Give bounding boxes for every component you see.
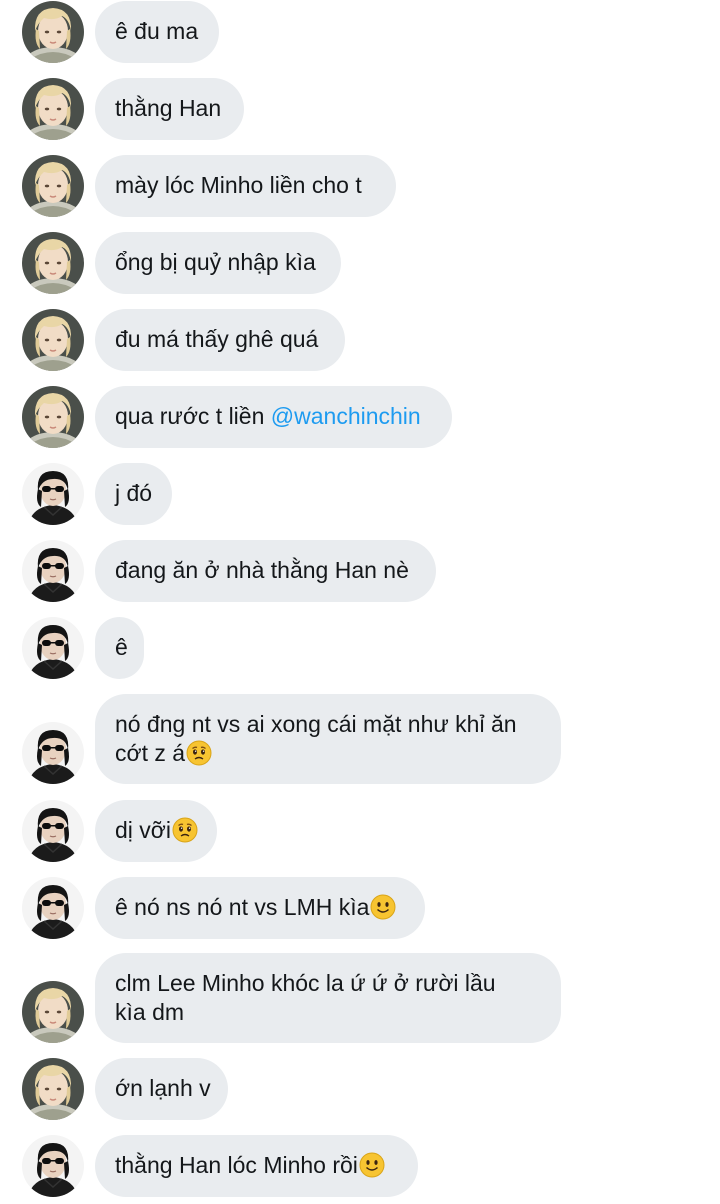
avatar-dark[interactable]: [22, 1135, 84, 1197]
avatar-blonde[interactable]: [22, 1058, 84, 1120]
avatar-blonde[interactable]: [22, 386, 84, 448]
message-text: thằng Han lóc Minho rồi: [115, 1152, 358, 1178]
message-bubble: j đó: [95, 463, 172, 525]
avatar-blonde[interactable]: [22, 78, 84, 140]
avatar-dark[interactable]: [22, 722, 84, 784]
avatar-dark[interactable]: [22, 617, 84, 679]
message-bubble: ê nó ns nó nt vs LMH kìa: [95, 877, 425, 939]
avatar-dark[interactable]: [22, 540, 84, 602]
message-text: clm Lee Minho khóc la ứ ứ ở rười lầu: [115, 970, 496, 996]
avatar-blonde[interactable]: [22, 155, 84, 217]
message-bubble: đu má thấy ghê quá: [95, 309, 345, 371]
slightly-smiling-face-emoji: [359, 1152, 385, 1178]
message-bubble: dị vỡi: [95, 800, 217, 862]
avatar-blonde[interactable]: [22, 232, 84, 294]
message-text: j đó: [115, 480, 153, 506]
message-bubble: nó đng nt vs ai xong cái mặt như khỉ ăn c…: [95, 694, 561, 784]
message-text: đang ăn ở nhà thằng Han nè: [115, 557, 409, 583]
message-bubble: thằng Han lóc Minho rồi: [95, 1135, 418, 1197]
slightly-smiling-face-emoji: [370, 894, 396, 920]
message-text: đu má thấy ghê quá: [115, 326, 319, 352]
message-bubble: đang ăn ở nhà thằng Han nè: [95, 540, 436, 602]
message-bubble: qua rước t liền @wanchinchin: [95, 386, 452, 448]
message-text: thằng Han: [115, 95, 222, 121]
chat-thread: ê đu ma thằng Han mày lóc Minho liền cho…: [0, 0, 720, 1204]
message-text: ổng bị quỷ nhập kìa: [115, 249, 316, 275]
message-bubble: ê đu ma: [95, 1, 219, 63]
message-text: nó đng nt vs ai xong cái mặt như khỉ ăn: [115, 711, 517, 737]
avatar-blonde[interactable]: [22, 981, 84, 1043]
message-bubble: ổng bị quỷ nhập kìa: [95, 232, 341, 294]
message-text: dị vỡi: [115, 817, 171, 843]
avatar-dark[interactable]: [22, 877, 84, 939]
message-bubble: mày lóc Minho liền cho t: [95, 155, 396, 217]
message-bubble: thằng Han: [95, 78, 244, 140]
message-bubble: ê: [95, 617, 144, 679]
worried-face-emoji: [172, 817, 198, 843]
avatar-dark[interactable]: [22, 463, 84, 525]
mention-link[interactable]: @wanchinchin: [271, 403, 421, 429]
message-text: ê nó ns nó nt vs LMH kìa: [115, 894, 370, 920]
avatar-blonde[interactable]: [22, 309, 84, 371]
message-text: ớn lạnh v: [115, 1075, 211, 1101]
avatar-blonde[interactable]: [22, 1, 84, 63]
worried-face-emoji: [186, 740, 212, 766]
message-text: cớt z á: [115, 740, 186, 766]
message-bubble: clm Lee Minho khóc la ứ ứ ở rười lầu kìa …: [95, 953, 561, 1043]
message-text: mày lóc Minho liền cho t: [115, 172, 362, 198]
message-text: kìa dm: [115, 999, 185, 1025]
message-text: qua rước t liền: [115, 403, 271, 429]
message-bubble: ớn lạnh v: [95, 1058, 228, 1120]
message-text: ê: [115, 634, 128, 660]
message-text: ê đu ma: [115, 18, 199, 44]
avatar-dark[interactable]: [22, 800, 84, 862]
